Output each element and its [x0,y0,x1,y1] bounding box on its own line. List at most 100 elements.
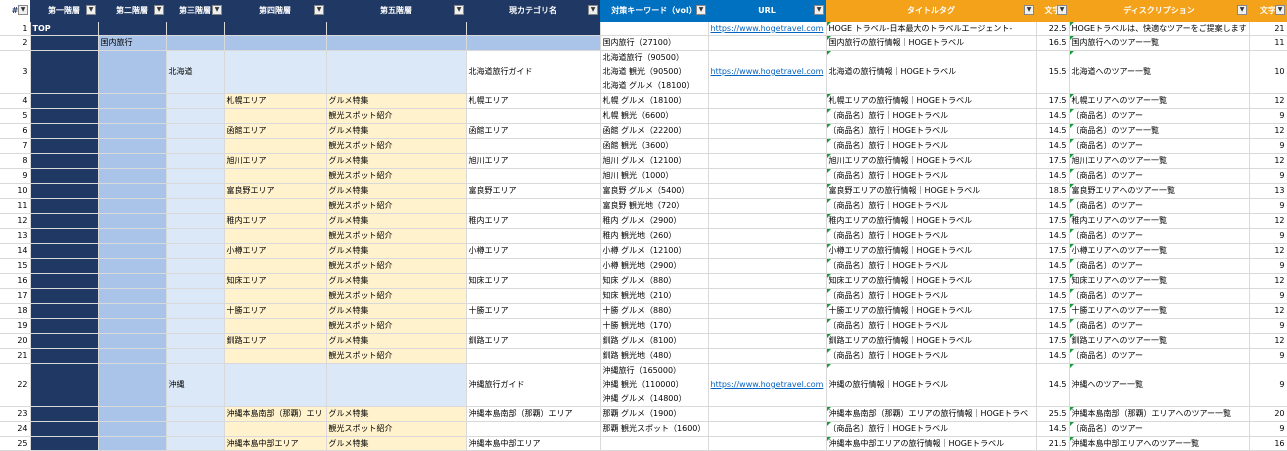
url-cell[interactable] [708,213,827,229]
level2-cell[interactable] [98,318,167,334]
url-link[interactable]: https://www.hogetravel.com [711,24,824,33]
header-cell[interactable]: 文字 ▼ [1249,0,1287,22]
row-number[interactable]: 2 [0,35,31,51]
level3-cell[interactable] [166,318,225,334]
description-cell[interactable]: 〔商品名〕のツアー [1069,108,1250,124]
level5-cell[interactable]: グルメ特集 [326,333,467,349]
category-cell[interactable]: 富良野エリア [466,183,601,199]
description-cell[interactable]: 稚内エリアへのツアー一覧 [1069,213,1250,229]
title-cell[interactable]: 沖縄本島南部（那覇）エリアの旅行情報｜HOGEトラベ [826,406,1037,422]
title-length-cell[interactable]: 17.5 [1036,153,1070,169]
row-number[interactable]: 1 [0,22,31,36]
level5-cell[interactable]: 観光スポット紹介 [326,228,467,244]
row-number[interactable]: 17 [0,288,31,304]
description-length-cell[interactable]: 16 [1249,436,1287,451]
level4-cell[interactable]: 釧路エリア [224,333,327,349]
url-cell[interactable] [708,93,827,109]
level2-cell[interactable] [98,50,167,94]
title-cell[interactable]: HOGE トラベル-日本最大のトラベルエージェント- [826,22,1037,36]
level2-cell[interactable] [98,153,167,169]
category-cell[interactable]: 函館エリア [466,123,601,139]
level2-cell[interactable] [98,213,167,229]
level2-cell[interactable] [98,363,167,407]
level1-cell[interactable] [30,333,99,349]
title-length-cell[interactable]: 14.5 [1036,348,1070,364]
level5-cell[interactable]: グルメ特集 [326,406,467,422]
keyword-cell[interactable]: 国内旅行（27100） [600,35,709,51]
level4-cell[interactable]: 知床エリア [224,273,327,289]
level4-cell[interactable] [224,318,327,334]
header-cell[interactable]: 第四階層 ▼ [224,0,326,22]
title-length-cell[interactable]: 22.5 [1036,22,1070,36]
row-number[interactable]: 9 [0,168,31,184]
title-length-cell[interactable]: 21.5 [1036,436,1070,451]
description-cell[interactable]: 国内旅行へのツアー一覧 [1069,35,1250,51]
keyword-cell[interactable]: 沖縄旅行（165000） 沖縄 観光（110000） 沖縄 グルメ（14800） [600,363,709,407]
title-cell[interactable]: 〔商品名〕旅行｜HOGEトラベル [826,123,1037,139]
title-cell[interactable]: 〔商品名〕旅行｜HOGEトラベル [826,318,1037,334]
title-cell[interactable]: 釧路エリアの旅行情報｜HOGEトラベル [826,333,1037,349]
url-cell[interactable] [708,406,827,422]
title-cell[interactable]: 旭川エリアの旅行情報｜HOGEトラベル [826,153,1037,169]
description-length-cell[interactable]: 9 [1249,258,1287,274]
category-cell[interactable] [466,168,601,184]
keyword-cell[interactable]: 十勝 観光地（170） [600,318,709,334]
level4-cell[interactable]: 稚内エリア [224,213,327,229]
level3-cell[interactable] [166,108,225,124]
level2-cell[interactable] [98,243,167,259]
description-length-cell[interactable]: 12 [1249,303,1287,319]
title-cell[interactable]: 札幌エリアの旅行情報｜HOGEトラベル [826,93,1037,109]
level2-cell[interactable] [98,303,167,319]
keyword-cell[interactable]: 旭川 グルメ（12100） [600,153,709,169]
row-number[interactable]: 19 [0,318,31,334]
level5-cell[interactable] [326,50,467,94]
url-cell[interactable] [708,228,827,244]
row-number[interactable]: 23 [0,406,31,422]
url-cell[interactable] [708,35,827,51]
category-cell[interactable]: 旭川エリア [466,153,601,169]
url-cell[interactable] [708,436,827,451]
title-length-cell[interactable]: 17.5 [1036,303,1070,319]
url-cell[interactable] [708,168,827,184]
title-cell[interactable]: 富良野エリアの旅行情報｜HOGEトラベル [826,183,1037,199]
title-cell[interactable]: 北海道の旅行情報｜HOGEトラベル [826,50,1037,94]
title-cell[interactable]: 〔商品名〕旅行｜HOGEトラベル [826,421,1037,437]
description-cell[interactable]: 〔商品名〕のツアー [1069,138,1250,154]
url-cell[interactable] [708,273,827,289]
description-cell[interactable]: 富良野エリアへのツアー一覧 [1069,183,1250,199]
title-length-cell[interactable]: 14.5 [1036,108,1070,124]
title-length-cell[interactable]: 17.5 [1036,213,1070,229]
header-cell[interactable]: ディスクリプション ▼ [1069,0,1249,22]
filter-dropdown-icon[interactable]: ▼ [814,5,824,15]
category-cell[interactable] [466,138,601,154]
category-cell[interactable]: 知床エリア [466,273,601,289]
category-cell[interactable] [466,35,601,51]
level2-cell[interactable] [98,138,167,154]
url-cell[interactable] [708,123,827,139]
category-cell[interactable]: 札幌エリア [466,93,601,109]
level4-cell[interactable] [224,258,327,274]
row-number[interactable]: 8 [0,153,31,169]
title-length-cell[interactable]: 18.5 [1036,183,1070,199]
description-length-cell[interactable]: 12 [1249,333,1287,349]
level5-cell[interactable]: グルメ特集 [326,93,467,109]
url-cell[interactable] [708,333,827,349]
category-cell[interactable] [466,348,601,364]
title-cell[interactable]: 十勝エリアの旅行情報｜HOGEトラベル [826,303,1037,319]
level3-cell[interactable] [166,22,225,36]
keyword-cell[interactable]: 釧路 観光地（480） [600,348,709,364]
level3-cell[interactable] [166,348,225,364]
title-length-cell[interactable]: 15.5 [1036,50,1070,94]
filter-dropdown-icon[interactable]: ▼ [1024,5,1034,15]
title-length-cell[interactable]: 14.5 [1036,363,1070,407]
url-cell[interactable] [708,183,827,199]
keyword-cell[interactable] [600,22,709,36]
row-number[interactable]: 16 [0,273,31,289]
description-length-cell[interactable]: 21 [1249,22,1287,36]
level5-cell[interactable]: 観光スポット紹介 [326,258,467,274]
filter-dropdown-icon[interactable]: ▼ [86,5,96,15]
description-cell[interactable]: 小樽エリアへのツアー一覧 [1069,243,1250,259]
category-cell[interactable]: 沖縄旅行ガイド [466,363,601,407]
title-cell[interactable]: 〔商品名〕旅行｜HOGEトラベル [826,228,1037,244]
level1-cell[interactable] [30,228,99,244]
